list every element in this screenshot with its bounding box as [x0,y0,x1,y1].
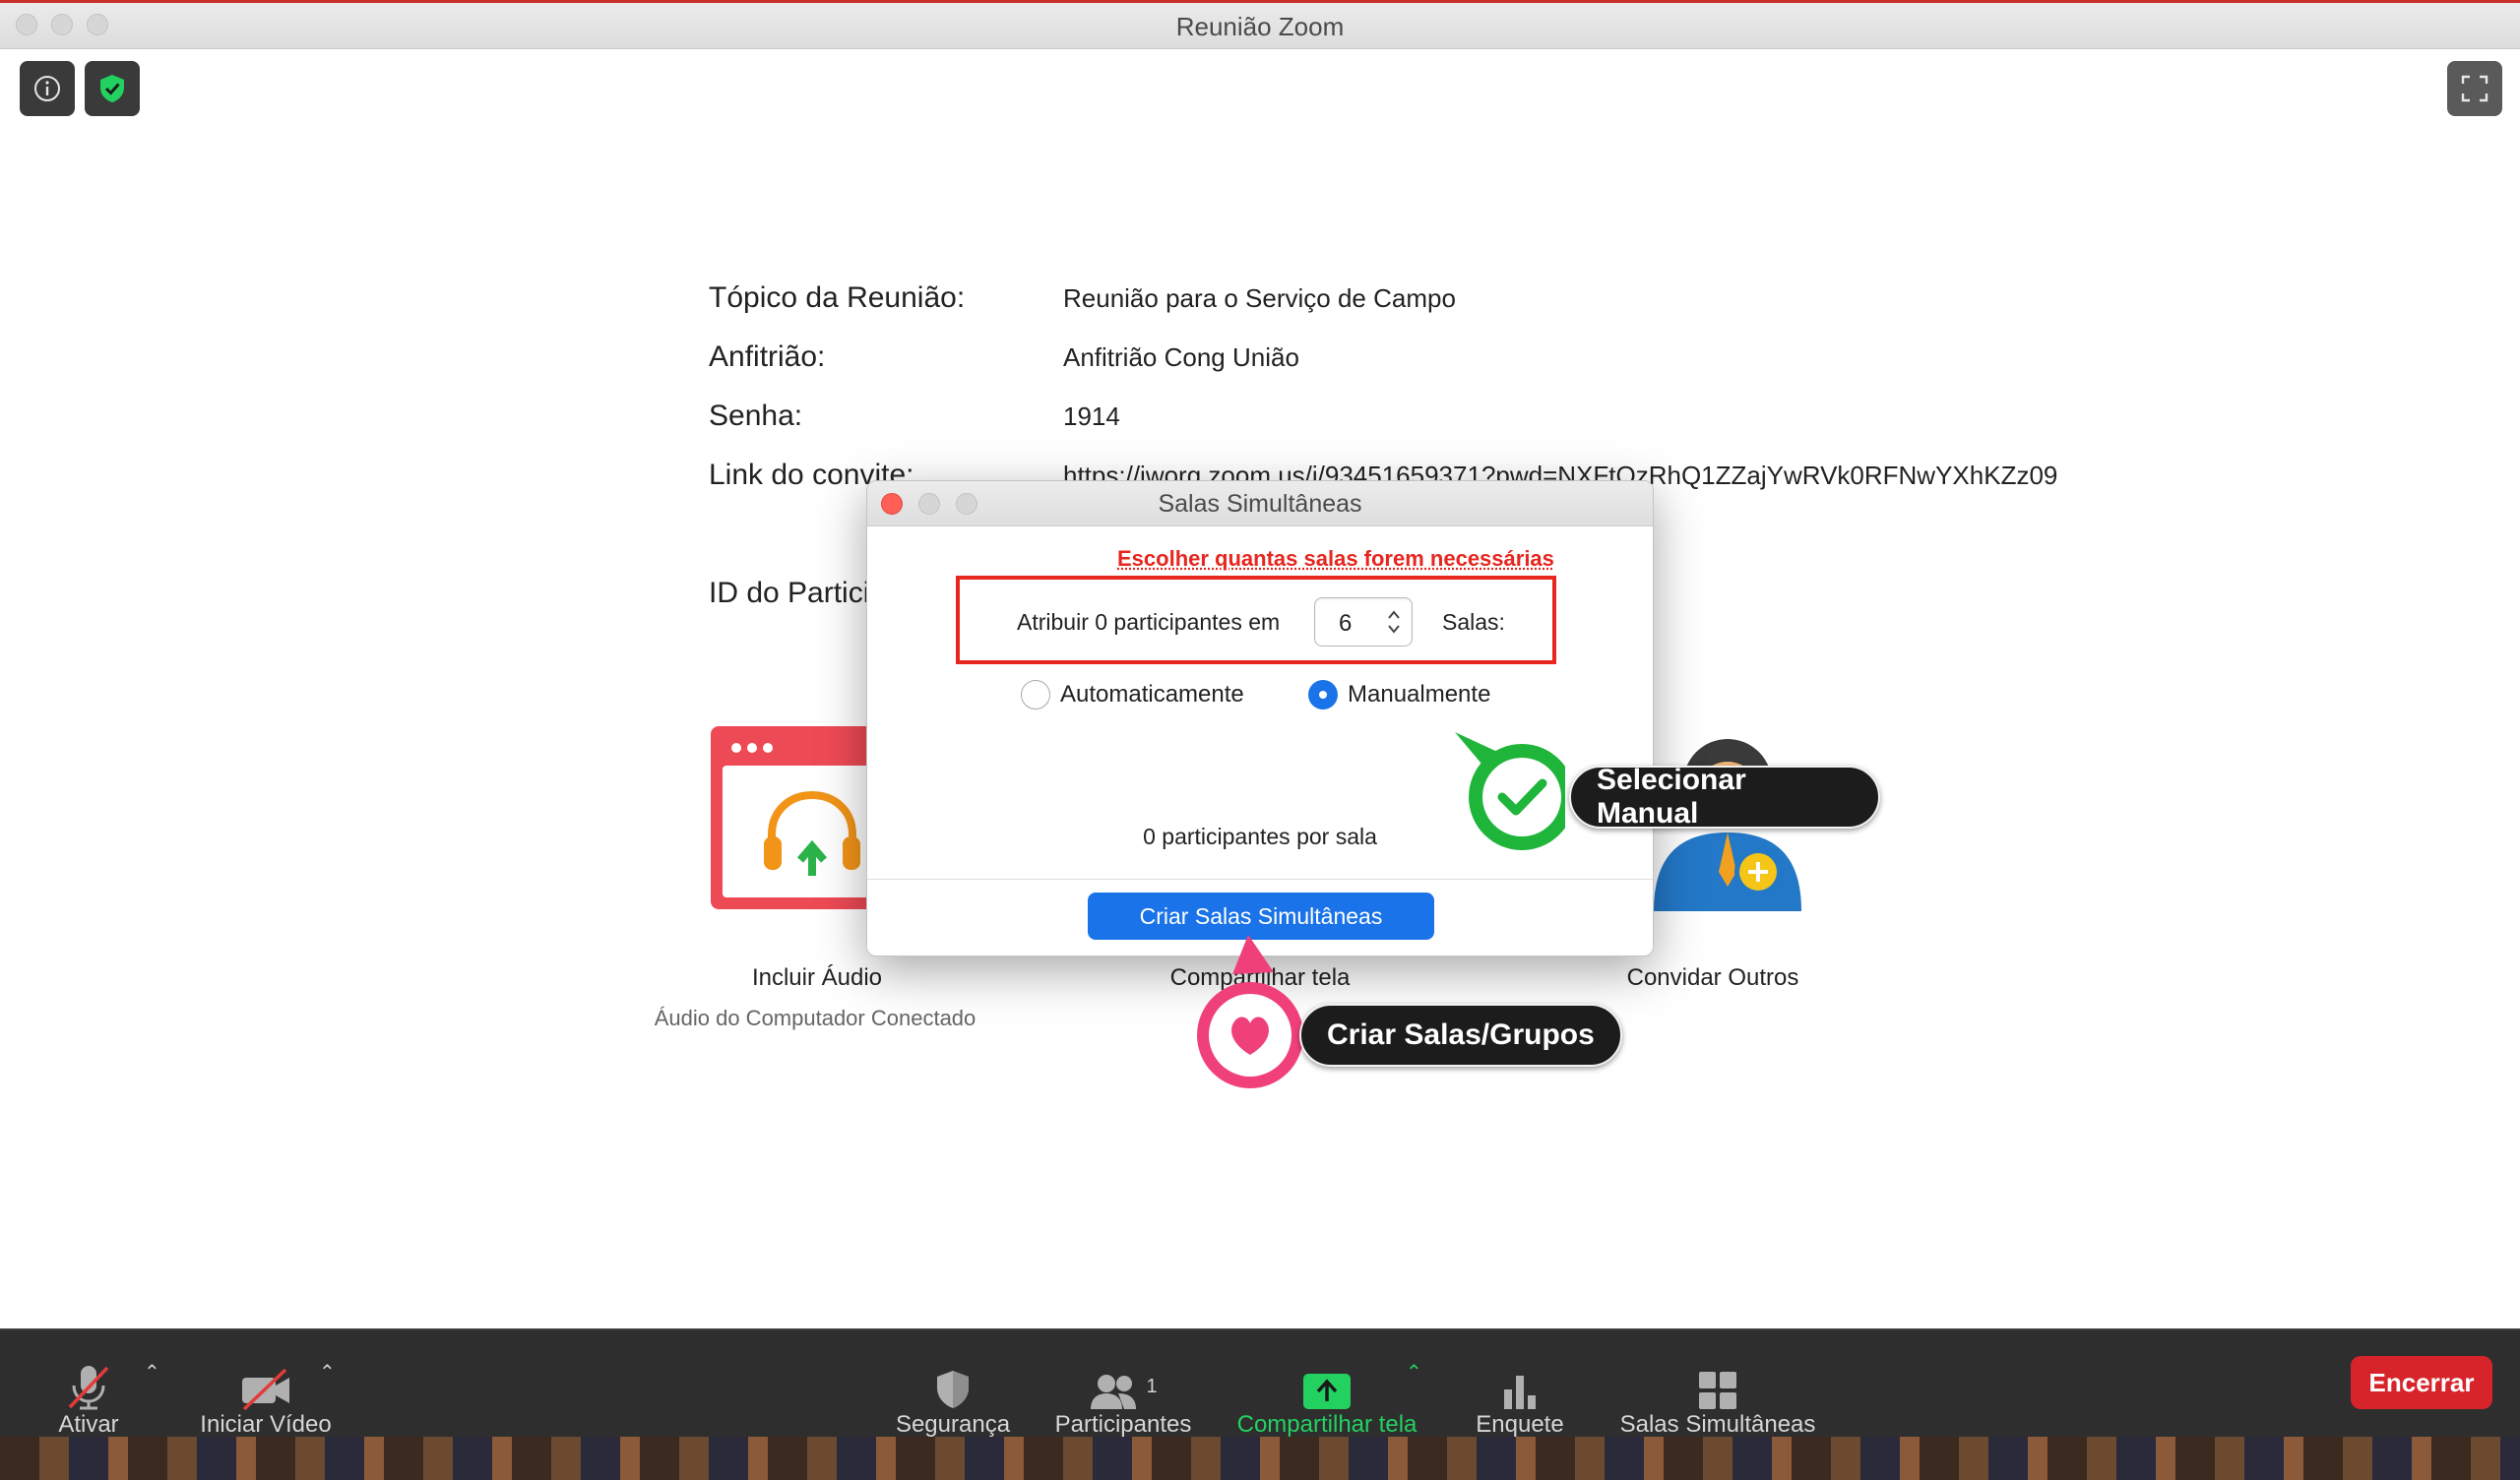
security-shield-icon [937,1371,969,1408]
dialog-divider [867,879,1653,880]
fullscreen-icon [2461,75,2488,102]
password-label: Senha: [709,400,803,432]
green-check-badge-icon [1455,732,1565,850]
host-label: Anfitrião: [709,340,826,373]
video-options-caret-icon[interactable]: ⌃ [319,1360,336,1385]
breakout-rooms-label: Salas Simultâneas [1619,1411,1816,1438]
rooms-count-stepper[interactable]: 6 [1314,597,1413,647]
assign-prefix-text: Atribuir 0 participantes em [1017,609,1281,635]
info-icon [34,76,60,101]
window-titlebar: Reunião Zoom [0,0,2520,49]
poll-button[interactable]: Enquete [1461,1330,1579,1439]
participants-count: 1 [1146,1376,1158,1397]
fullscreen-button[interactable] [2447,61,2502,116]
password-value: 1914 [1063,401,1120,431]
participants-label: Participantes [1054,1411,1192,1438]
callout-select-manual-label: Selecionar Manual [1569,764,1880,830]
pink-heart-badge-icon [1197,935,1303,1088]
poll-label: Enquete [1476,1411,1564,1438]
radio-manual[interactable]: Manualmente [1308,680,1490,709]
share-screen-button[interactable]: Compartilhar tela [1221,1330,1433,1439]
start-video-label: Iniciar Vídeo [200,1411,332,1438]
callout-create-rooms-label: Criar Salas/Grupos [1299,1004,1622,1067]
join-audio-label: Incluir Áudio [751,964,883,991]
rooms-suffix-text: Salas: [1442,609,1505,635]
host-value: Anfitrião Cong União [1063,342,1299,372]
poll-chart-icon [1504,1376,1536,1409]
participants-icon [1091,1375,1137,1409]
radio-automatic[interactable]: Automaticamente [1021,680,1244,709]
audio-options-caret-icon[interactable]: ⌃ [144,1360,160,1385]
dialog-title: Salas Simultâneas [867,481,1653,526]
radio-manual-circle[interactable] [1308,680,1338,709]
window-title: Reunião Zoom [1175,12,1345,41]
unmute-button[interactable]: Ativar [39,1330,138,1439]
security-button[interactable]: Segurança [884,1330,1022,1439]
meeting-info-button[interactable] [20,61,75,116]
microphone-muted-icon [68,1366,109,1410]
end-meeting-button[interactable]: Encerrar [2351,1356,2492,1409]
join-audio-sublabel: Áudio do Computador Conectado [654,1006,976,1030]
unmute-label: Ativar [58,1411,119,1438]
topic-value: Reunião para o Serviço de Campo [1063,283,1456,313]
share-screen-label: Compartilhar tela [1236,1411,1418,1438]
title-accent-strip [0,0,2520,3]
topic-label: Tópico da Reunião: [709,281,966,314]
share-screen-arrow-icon [1303,1374,1351,1409]
breakout-rooms-button[interactable]: Salas Simultâneas [1605,1330,1831,1439]
radio-manual-label: Manualmente [1348,681,1491,708]
radio-automatic-circle[interactable] [1021,680,1050,709]
participants-button[interactable]: 1 Participantes [1040,1330,1207,1439]
security-label: Segurança [895,1411,1011,1438]
callout-select-manual: Selecionar Manual [1447,724,1880,852]
start-video-button[interactable]: Iniciar Vídeo [189,1330,343,1439]
dialog-minimize-button[interactable] [918,493,940,515]
rooms-count-value: 6 [1339,610,1353,637]
shield-check-icon [100,75,124,102]
dialog-close-button[interactable] [881,493,903,515]
video-camera-off-icon [242,1368,289,1411]
breakout-rooms-grid-icon [1699,1372,1736,1409]
encryption-button[interactable] [85,61,140,116]
annotation-text: Escolher quantas salas forem necessárias [1117,546,1554,571]
dialog-zoom-button[interactable] [956,493,977,515]
radio-automatic-label: Automaticamente [1060,681,1244,708]
background-photo-strip [0,1437,2520,1480]
share-options-caret-icon[interactable]: ⌃ [1406,1360,1422,1385]
stepper-arrows-icon[interactable] [1386,607,1402,637]
callout-create-rooms: Criar Salas/Grupos [1191,935,1624,1092]
create-breakout-rooms-button[interactable]: Criar Salas Simultâneas [1088,893,1434,940]
breakout-rooms-dialog: Salas Simultâneas Escolher quantas salas… [866,480,1654,956]
